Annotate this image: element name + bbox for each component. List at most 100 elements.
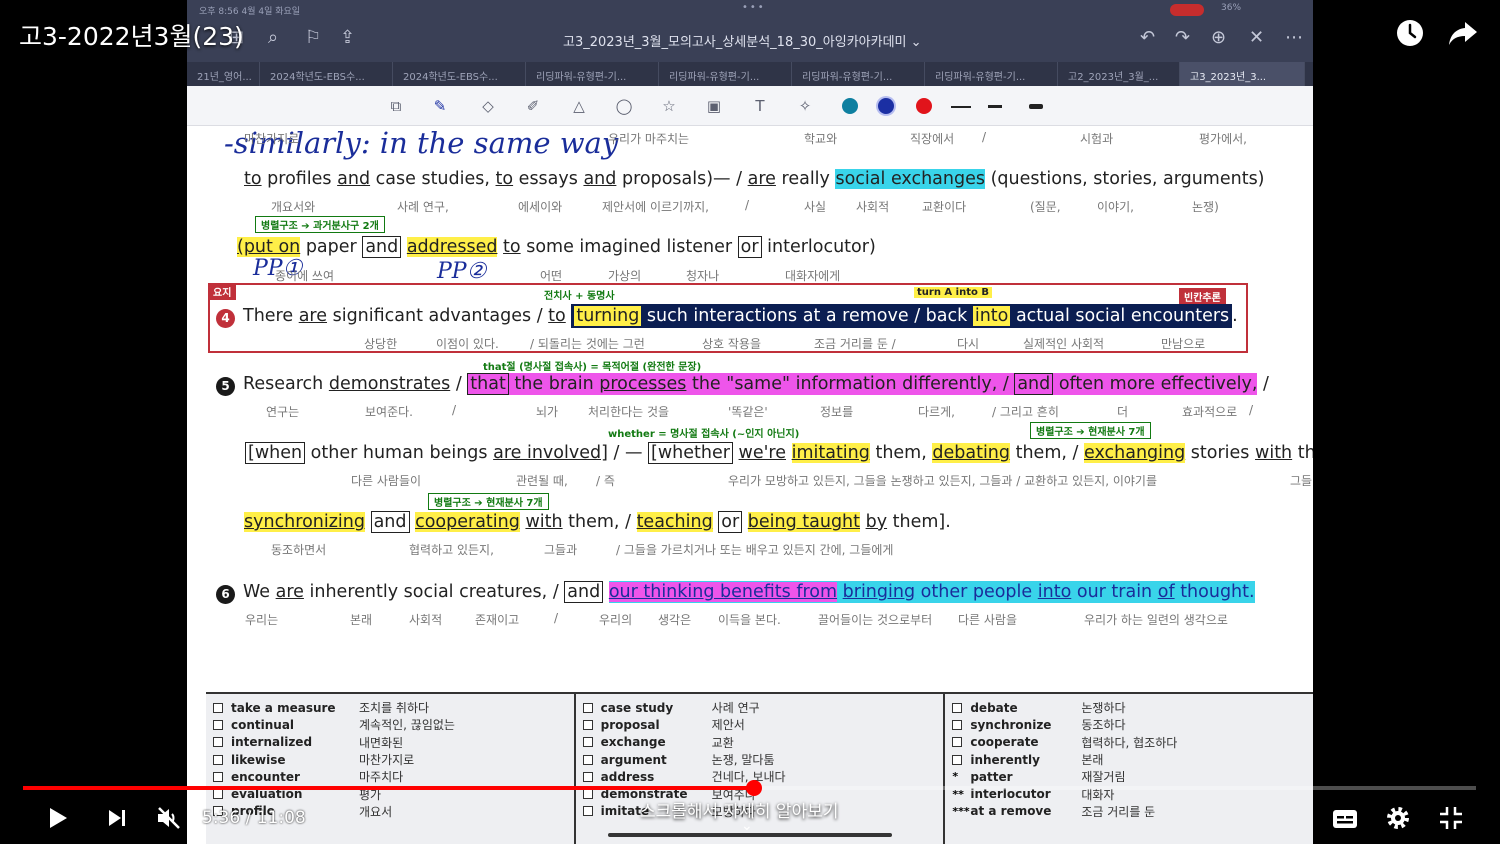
ko-text: (질문, — [1030, 200, 1061, 214]
word-highlighted: exchanging — [1084, 443, 1186, 463]
ko-text: 우리의 — [599, 613, 633, 627]
ko-text: '똑같은' — [728, 405, 768, 419]
close-doc-icon: ✕ — [1249, 27, 1265, 48]
word: them, — [1297, 443, 1313, 463]
checkbox[interactable] — [952, 754, 963, 765]
watch-later-icon[interactable] — [1393, 18, 1427, 52]
checkbox[interactable] — [213, 737, 223, 748]
ko-text: 조금 거리를 둔 / — [814, 337, 896, 351]
ipad-title-bar: 오후 8:56 4월 4일 화요일 ••• 36% ⊞ ⌕ ⚐ ⇪ 고3_202… — [187, 0, 1313, 62]
ko-text: 생각은 — [658, 613, 692, 627]
word-boxed: or — [737, 236, 762, 258]
share-icon[interactable] — [1446, 18, 1480, 52]
ko-text: 청자나 — [686, 269, 720, 283]
word: / — [536, 306, 543, 326]
vocab-column: debate 논쟁하다 synchronize 동조하다 cooperate 협력하다… — [945, 694, 1313, 844]
checkbox[interactable] — [213, 789, 223, 800]
word: to — [548, 306, 566, 326]
shapes-icon: △ — [573, 97, 585, 115]
sentence-5b: [when other human beings are involved] /… — [245, 442, 1313, 464]
vocab-word: cooperate — [970, 735, 1039, 750]
word: processes — [599, 374, 687, 394]
word: We — [243, 582, 271, 602]
word: to — [503, 237, 521, 257]
subtitles-icon — [1333, 810, 1357, 828]
ko-text: 개요서와 — [271, 200, 316, 214]
highlighter-icon: ✐ — [526, 97, 540, 115]
vocab-meaning: 마주치다 — [359, 770, 404, 785]
checkbox[interactable] — [582, 737, 593, 748]
time-display: 5:36 / 11:08 — [202, 808, 306, 828]
ko-text: 다시 — [957, 337, 980, 351]
ko-text: 마찬가지로 — [244, 132, 300, 146]
sticker-icon: ☆ — [662, 97, 676, 115]
doc-tab: 21년_영어... — [187, 62, 260, 86]
progress-scrubber[interactable] — [745, 780, 762, 796]
main-idea-tag: 요지 — [208, 283, 237, 300]
ko-text: 다른 사람을 — [958, 613, 1018, 627]
ko-text: / 되돌리는 것에는 그런 — [530, 337, 645, 351]
checkbox[interactable] — [582, 806, 593, 817]
time-separator: / — [240, 808, 257, 828]
exit-fullscreen-button[interactable] — [1433, 800, 1469, 836]
ko-text: 더 — [1117, 405, 1129, 419]
word: of — [1157, 582, 1175, 602]
image-icon: ▣ — [706, 97, 722, 115]
word: into — [1037, 582, 1072, 602]
vocab-mark: *** — [952, 804, 970, 818]
checkbox[interactable] — [582, 789, 593, 800]
vocab-row: address 건네다, 보내다 — [582, 768, 944, 785]
play-button[interactable] — [40, 800, 76, 836]
ko-text: 제안서에 이르기까지, — [602, 200, 709, 214]
vocab-word: internalized — [231, 735, 313, 750]
word: such interactions at a remove — [646, 306, 909, 326]
video-title[interactable]: 고3-2022년3월(23) — [19, 17, 244, 53]
word-highlighted: addressed — [406, 237, 498, 257]
lasso-icon: ⧉ — [390, 97, 402, 115]
scroll-hint[interactable]: 스크롤해서 자세히 알아보기 — [640, 797, 839, 822]
settings-button[interactable] — [1380, 800, 1416, 836]
vocab-word: address — [600, 769, 655, 784]
ipad-status-text: 오후 8:56 4월 4일 화요일 — [199, 7, 301, 17]
checkbox[interactable] — [582, 702, 593, 713]
subtitles-button[interactable] — [1327, 800, 1363, 836]
volume-muted-icon — [158, 807, 180, 829]
word: / — [1263, 374, 1269, 394]
checkbox[interactable] — [213, 719, 223, 730]
mute-button[interactable] — [151, 800, 187, 836]
word: proposals)— — [621, 169, 731, 189]
checkbox[interactable] — [952, 737, 963, 748]
checkbox[interactable] — [582, 719, 593, 730]
checkbox[interactable] — [952, 719, 963, 730]
word: by — [865, 512, 888, 532]
checkbox[interactable] — [952, 702, 963, 713]
word: really — [781, 169, 830, 189]
ko-text: 사회적 — [409, 613, 443, 627]
video-frame[interactable]: 오후 8:56 4월 4일 화요일 ••• 36% ⊞ ⌕ ⚐ ⇪ 고3_202… — [187, 0, 1313, 844]
vocab-meaning: 조치를 취하다 — [359, 701, 430, 716]
checkbox[interactable] — [213, 702, 223, 713]
checkbox[interactable] — [582, 754, 593, 765]
vocab-word: exchange — [600, 735, 666, 750]
word: bringing — [842, 582, 916, 602]
chevron-down-icon[interactable]: ⌄ — [741, 818, 753, 834]
vocab-word: argument — [600, 752, 667, 767]
checkbox[interactable] — [213, 771, 223, 782]
vocab-word: proposal — [600, 717, 660, 732]
grammar-label: 병렬구조 ➔ 현재분사 7개 — [428, 493, 549, 510]
vocab-word: case study — [600, 700, 674, 715]
vocab-mark: * — [952, 770, 959, 784]
doc-tab: 고2_2023년_3월_... — [1058, 62, 1180, 86]
progress-bar[interactable] — [23, 780, 1476, 796]
vocab-meaning: 계속적인, 끊임없는 — [359, 718, 455, 733]
next-button[interactable] — [99, 800, 135, 836]
word: thought. — [1180, 582, 1255, 602]
ko-text: 끌어들이는 것으로부터 — [818, 613, 933, 627]
sentence-6: We are inherently social creatures, / an… — [243, 581, 1255, 603]
checkbox[interactable] — [213, 754, 223, 765]
vocab-meaning: 논쟁, 말다툼 — [711, 753, 775, 768]
ko-text: 존재이고 — [475, 613, 520, 627]
grammar-label: turn A into B — [914, 287, 992, 298]
word: profiles — [267, 169, 332, 189]
checkbox[interactable] — [582, 771, 593, 782]
